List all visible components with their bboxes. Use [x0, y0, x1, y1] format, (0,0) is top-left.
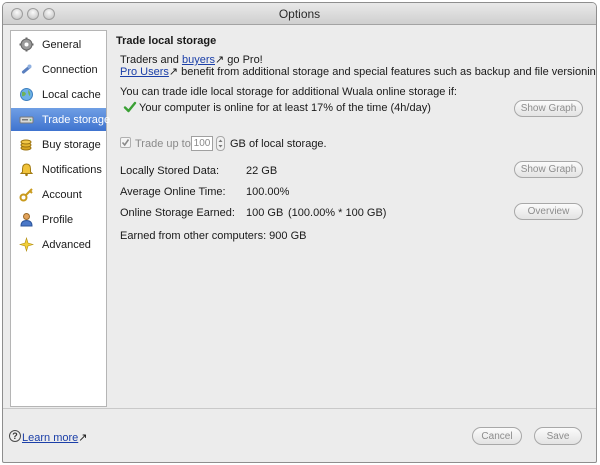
save-button[interactable]: Save: [534, 427, 582, 445]
sidebar-item-connection[interactable]: Connection: [11, 58, 106, 81]
sidebar-item-label: Local cache: [42, 88, 101, 101]
globe-icon: [19, 87, 34, 102]
stat-value-earned: 100 GB: [246, 207, 284, 219]
options-window: Options General Connection Local cache T…: [2, 2, 597, 463]
title-bar: Options: [3, 3, 596, 25]
window-title: Options: [278, 7, 321, 21]
external-link-icon: ↗: [78, 432, 88, 444]
trade-storage-panel: Trade local storage Traders and buyers↗ …: [108, 30, 596, 407]
person-icon: [19, 212, 34, 227]
pro-benefit-text: benefit from additional storage and spec…: [178, 66, 597, 78]
stat-label-earned: Online Storage Earned:: [120, 207, 235, 219]
learn-more-link[interactable]: Learn more: [22, 432, 78, 444]
stat-label-stored: Locally Stored Data:: [120, 165, 220, 177]
trade-condition-text: You can trade idle local storage for add…: [120, 86, 457, 98]
stat-value-online-time: 100.00%: [246, 186, 290, 198]
sidebar-item-advanced[interactable]: Advanced: [11, 233, 106, 256]
online-status-text: Your computer is online for at least 17%…: [139, 102, 431, 114]
page-title: Trade local storage: [116, 35, 217, 47]
check-icon: [123, 100, 137, 114]
coins-icon: [19, 137, 34, 152]
sidebar-item-label: General: [42, 38, 82, 51]
trade-unit-label: GB of local storage.: [230, 138, 327, 150]
stat-detail-earned: (100.00% * 100 GB): [288, 207, 387, 219]
sidebar-item-notifications[interactable]: Notifications: [11, 158, 106, 181]
trade-checkbox-label: Trade up to: [135, 138, 191, 150]
pro-users-link[interactable]: Pro Users: [120, 66, 169, 78]
trade-amount-field[interactable]: 100: [191, 136, 213, 151]
sidebar-item-label: Account: [42, 188, 82, 201]
learn-more: Learn more↗: [22, 431, 87, 444]
footer-divider: [3, 408, 596, 409]
help-icon[interactable]: ?: [9, 430, 21, 442]
gear-icon: [19, 37, 34, 52]
sidebar-item-local-cache[interactable]: Local cache: [11, 83, 106, 106]
sidebar: General Connection Local cache Trade sto…: [10, 30, 110, 407]
sidebar-item-label: Buy storage: [42, 138, 101, 151]
sidebar-item-label: Trade storage: [42, 113, 111, 126]
pro-text: Pro Users↗ benefit from additional stora…: [120, 65, 597, 78]
trade-checkbox[interactable]: [120, 137, 131, 148]
sidebar-item-label: Connection: [42, 63, 98, 76]
earned-other-text: Earned from other computers: 900 GB: [120, 230, 307, 242]
sidebar-item-trade-storage[interactable]: Trade storage: [11, 108, 110, 131]
cancel-button[interactable]: Cancel: [472, 427, 522, 445]
sidebar-item-label: Profile: [42, 213, 74, 226]
sidebar-item-account[interactable]: Account: [11, 183, 106, 206]
stat-value-stored: 22 GB: [246, 165, 278, 177]
sparkle-icon: [19, 237, 34, 252]
show-graph-button[interactable]: Show Graph: [514, 100, 583, 117]
sidebar-item-label: Notifications: [42, 163, 102, 176]
satellite-icon: [19, 62, 34, 77]
drive-icon: [19, 112, 34, 127]
sidebar-item-profile[interactable]: Profile: [11, 208, 106, 231]
overview-button[interactable]: Overview: [514, 203, 583, 220]
bell-icon: [19, 162, 34, 177]
show-graph-button-2[interactable]: Show Graph: [514, 161, 583, 178]
sidebar-item-buy-storage[interactable]: Buy storage: [11, 133, 106, 156]
sidebar-item-general[interactable]: General: [11, 33, 106, 56]
stat-label-online-time: Average Online Time:: [120, 186, 226, 198]
sidebar-item-label: Advanced: [42, 238, 91, 251]
external-link-icon: ↗: [168, 66, 179, 78]
key-icon: [19, 187, 34, 202]
trade-amount-stepper[interactable]: [216, 136, 225, 151]
